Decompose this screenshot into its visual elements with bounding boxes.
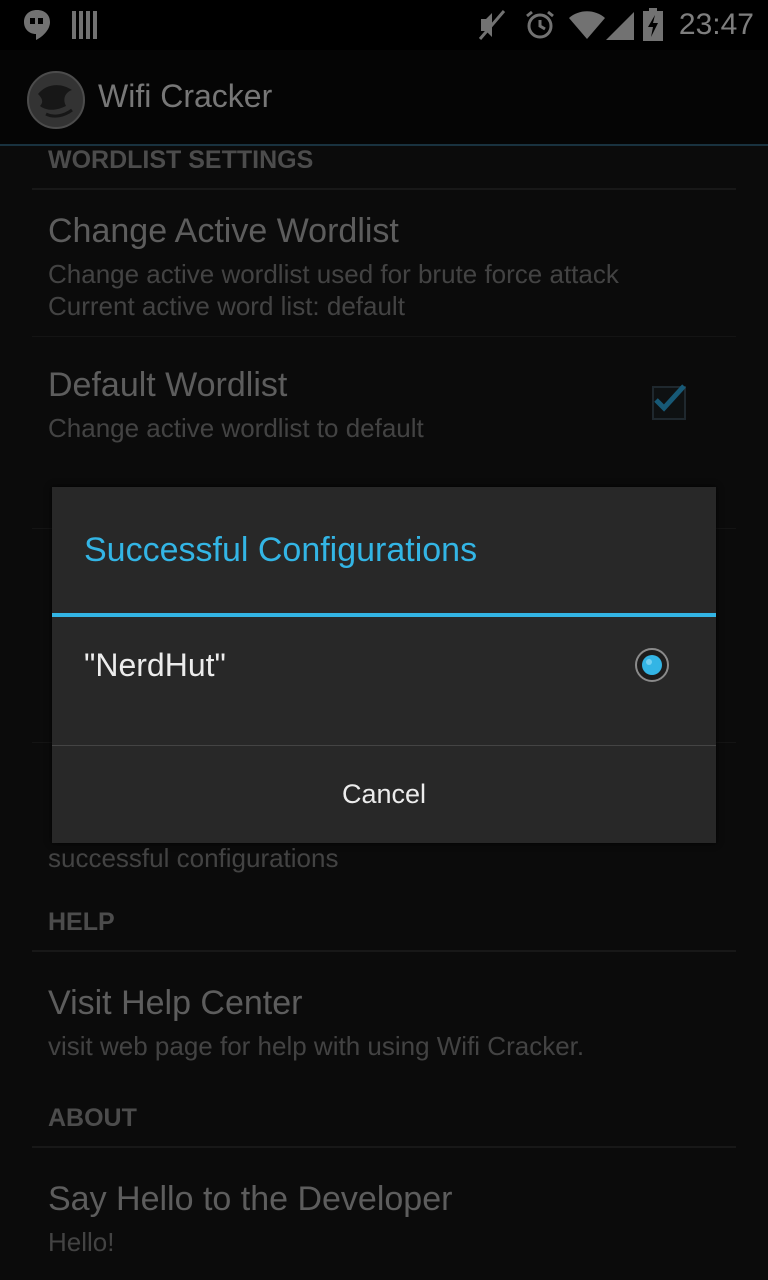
cancel-button[interactable]: Cancel — [52, 746, 716, 843]
dialog-title: Successful Configurations — [84, 531, 478, 569]
dialog-list-item[interactable]: "NerdHut" — [52, 617, 716, 745]
radio-selected-icon — [635, 648, 669, 682]
config-name: "NerdHut" — [84, 647, 226, 683]
successful-configurations-dialog: Successful Configurations "NerdHut" Canc… — [52, 487, 716, 843]
radio-button-selected[interactable] — [634, 647, 670, 683]
